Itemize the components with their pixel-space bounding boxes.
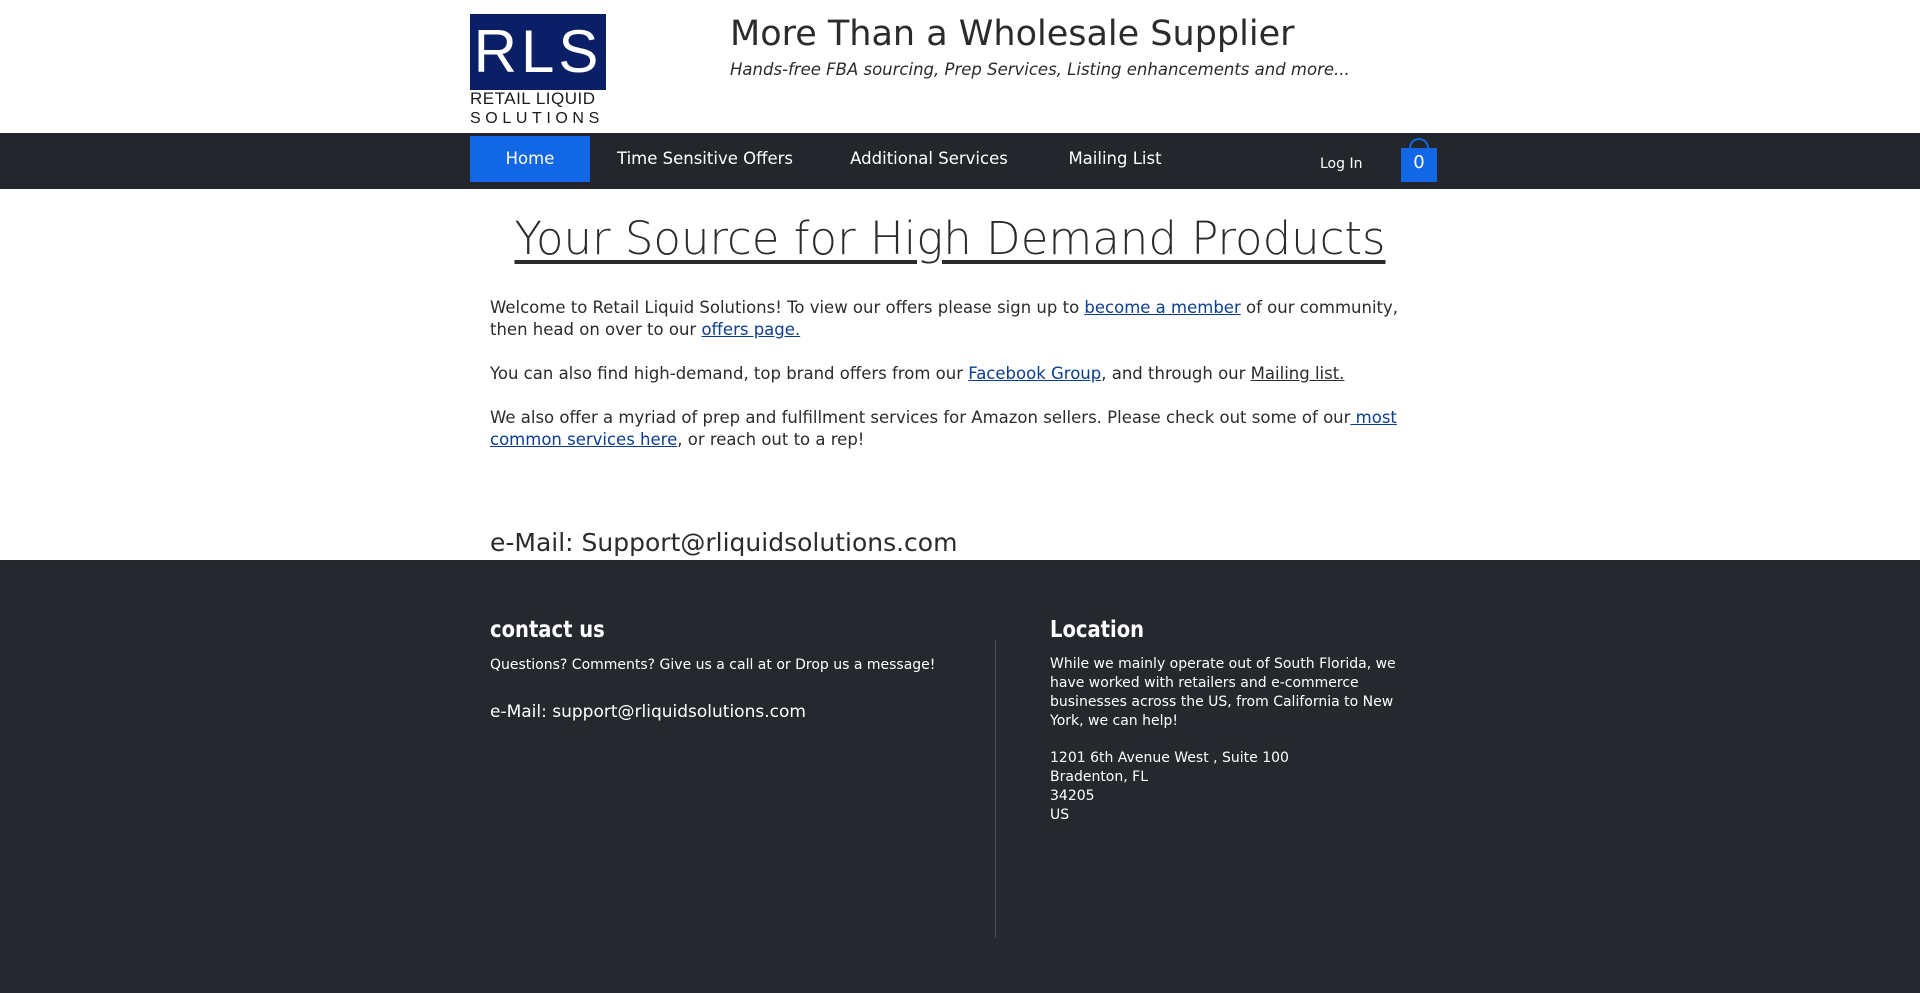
find-offers-text-2: , and through our [1101, 364, 1251, 383]
footer [0, 560, 1920, 993]
address-line: 1201 6th Avenue West , Suite 100 [1050, 750, 1289, 766]
find-offers-text-1: You can also find high-demand, top brand… [490, 364, 969, 383]
footer-email: e-Mail: support@rliquidsolutions.com [490, 702, 806, 722]
cart-count: 0 [1413, 152, 1425, 173]
address-line: US [1050, 807, 1070, 823]
cart-button[interactable]: 0 [1400, 138, 1438, 182]
logo-line-1: RETAIL LIQUID [470, 89, 596, 108]
nav-item-home[interactable]: Home [470, 136, 590, 182]
login-button[interactable]: Log In [1320, 156, 1362, 172]
become-member-link[interactable]: become a member [1084, 298, 1240, 317]
mailing-list-link[interactable]: Mailing list. [1251, 364, 1345, 383]
facebook-group-link[interactable]: Facebook Group [968, 364, 1101, 383]
contact-text: Questions? Comments? Give us a call at o… [490, 657, 936, 673]
site-title: More Than a Wholesale Supplier [730, 14, 1295, 54]
services-paragraph: We also offer a myriad of prep and fulfi… [490, 407, 1420, 451]
welcome-paragraph: Welcome to Retail Liquid Solutions! To v… [490, 297, 1420, 341]
logo-box: RLS [470, 14, 606, 90]
find-offers-paragraph: You can also find high-demand, top brand… [490, 363, 1420, 385]
welcome-text-1: Welcome to Retail Liquid Solutions! To v… [490, 298, 1085, 317]
contact-heading: contact us [490, 617, 605, 643]
nav-item-time-sensitive-offers[interactable]: Time Sensitive Offers [600, 136, 810, 182]
logo-line-2: SOLUTIONS [470, 110, 604, 127]
offers-page-link[interactable]: offers page. [701, 320, 800, 339]
nav-item-mailing-list[interactable]: Mailing List [1055, 136, 1175, 182]
site-tagline: Hands-free FBA sourcing, Prep Services, … [730, 60, 1350, 79]
footer-divider [995, 640, 996, 938]
address-line: 34205 [1050, 788, 1095, 804]
location-heading: Location [1050, 617, 1145, 643]
page-heading: Your Source for High Demand Products [514, 212, 1386, 265]
address-line: Bradenton, FL [1050, 769, 1148, 785]
nav-item-additional-services[interactable]: Additional Services [835, 136, 1023, 182]
services-text-1: We also offer a myriad of prep and fulfi… [490, 408, 1351, 427]
location-text: While we mainly operate out of South Flo… [1050, 656, 1396, 729]
site-logo[interactable]: RLS RETAIL LIQUID SOLUTIONS [470, 14, 606, 128]
main-email: e-Mail: Support@rliquidsolutions.com [490, 528, 958, 557]
logo-letters: RLS [473, 18, 603, 85]
services-text-2: , or reach out to a rep! [677, 430, 865, 449]
